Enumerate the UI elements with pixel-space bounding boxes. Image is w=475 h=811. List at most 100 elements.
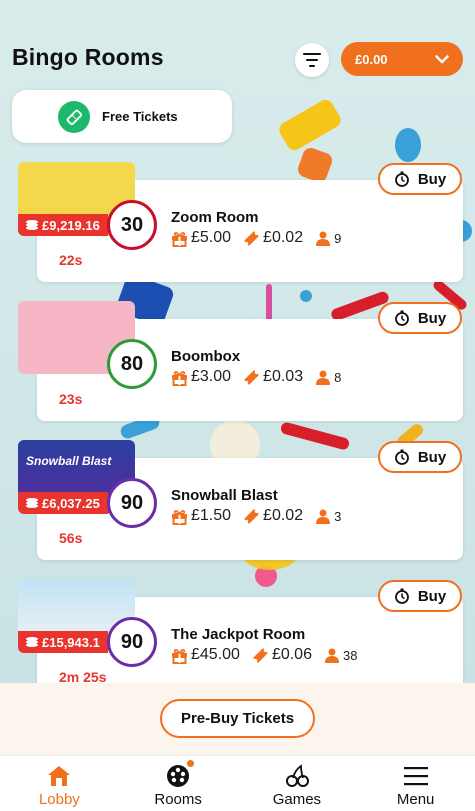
buy-label: Buy: [417, 309, 447, 327]
ticket-price: £1.50: [191, 507, 232, 524]
buy-button[interactable]: Buy: [378, 163, 462, 195]
room-card[interactable]: Snowball Blast £6,037.25 90 56s Snowball…: [0, 440, 475, 560]
nav-label-games: Games: [272, 791, 322, 808]
ball-number: 90: [120, 630, 144, 653]
bottom-navigation: Lobby Rooms Games Menu: [0, 755, 475, 811]
buy-button[interactable]: Buy: [378, 441, 462, 473]
players-count: 9: [334, 230, 342, 246]
countdown-timer: 56s: [59, 530, 83, 546]
buy-button[interactable]: Buy: [378, 580, 462, 612]
coins-icon: [26, 637, 38, 647]
jackpot-badge: £9,219.16: [18, 214, 108, 236]
menu-icon: [403, 767, 428, 786]
ball-number: 90: [120, 491, 144, 514]
ticket-price: £5.00: [191, 229, 232, 246]
buy-label: Buy: [417, 587, 447, 605]
room-card[interactable]: £9,219.16 30 22s Zoom Room £5.00 £0.02 9…: [0, 162, 475, 282]
gift-icon: [172, 509, 187, 525]
bingo-ball-badge: 90: [107, 617, 157, 667]
players-stat: 3: [315, 508, 341, 524]
room-card[interactable]: 80 23s Boombox £3.00 £0.03 8 Buy: [0, 301, 475, 421]
players-stat: 9: [315, 230, 341, 246]
ticket-icon: [244, 230, 259, 246]
chevron-down-icon: [435, 54, 449, 63]
cherries-icon: [285, 764, 309, 787]
coins-icon: [26, 220, 38, 230]
page-title: Bingo Rooms: [12, 44, 164, 70]
nav-item-rooms[interactable]: Rooms: [119, 756, 238, 811]
ticket-icon: [244, 369, 259, 385]
ticket-price: £3.00: [191, 368, 232, 385]
stopwatch-icon: [394, 449, 409, 465]
coins-icon: [26, 498, 38, 508]
room-name: Snowball Blast: [171, 487, 278, 504]
gift-icon: [172, 370, 187, 386]
players-count: 38: [342, 647, 358, 663]
room-name: Zoom Room: [171, 209, 259, 226]
bingo-ball-badge: 90: [107, 478, 157, 528]
countdown-timer: 23s: [59, 391, 83, 407]
players-stat: 8: [315, 369, 341, 385]
ticket-cost-stat: £0.03: [243, 368, 303, 386]
person-icon: [324, 648, 339, 663]
ticket-cost: £0.02: [263, 229, 304, 246]
ticket-cost: £0.06: [271, 646, 312, 663]
filter-icon: [303, 53, 321, 67]
players-count: 8: [334, 369, 342, 385]
room-stats: £45.00 £0.06 38: [171, 646, 369, 664]
ball-number: 80: [120, 352, 144, 375]
person-icon: [316, 370, 331, 385]
nav-item-lobby[interactable]: Lobby: [0, 756, 119, 811]
notification-dot: [186, 760, 194, 767]
bingo-ball-badge: 30: [107, 200, 157, 250]
players-stat: 38: [324, 647, 357, 663]
balance-amount: £0.00: [355, 51, 388, 67]
nav-item-games[interactable]: Games: [238, 756, 357, 811]
pre-buy-tickets-button[interactable]: Pre-Buy Tickets: [160, 699, 315, 738]
balance-dropdown[interactable]: £0.00: [341, 42, 463, 76]
ticket-price-stat: £45.00: [171, 646, 240, 664]
nav-label-rooms: Rooms: [154, 791, 202, 808]
thumb-text: Snowball Blast: [26, 454, 112, 468]
ticket-cost-stat: £0.02: [243, 507, 303, 525]
room-stats: £3.00 £0.03 8: [171, 368, 353, 386]
stopwatch-icon: [394, 171, 409, 187]
ticket-cost: £0.03: [263, 368, 304, 385]
ticket-price-stat: £3.00: [171, 368, 231, 386]
prebuy-bar: Pre-Buy Tickets: [0, 683, 475, 755]
person-icon: [316, 509, 331, 524]
ticket-icon: [58, 100, 90, 133]
nav-label-menu: Menu: [396, 791, 435, 808]
countdown-timer: 22s: [59, 252, 83, 268]
buy-label: Buy: [417, 448, 447, 466]
buy-button[interactable]: Buy: [378, 302, 462, 334]
free-tickets-label: Free Tickets: [102, 109, 178, 124]
home-icon: [48, 766, 71, 786]
buy-label: Buy: [417, 170, 447, 188]
ball-number: 30: [120, 213, 144, 236]
jackpot-badge: £15,943.1: [18, 631, 108, 653]
nav-label-lobby: Lobby: [38, 791, 80, 808]
jackpot-amount: £9,219.16: [42, 217, 100, 233]
gift-icon: [172, 231, 187, 247]
bingo-ball-badge: 80: [107, 339, 157, 389]
ticket-price-stat: £1.50: [171, 507, 231, 525]
jackpot-amount: £15,943.1: [42, 634, 100, 650]
ticket-cost-stat: £0.06: [252, 646, 312, 664]
nav-item-menu[interactable]: Menu: [356, 756, 475, 811]
person-icon: [316, 231, 331, 246]
stopwatch-icon: [394, 588, 409, 604]
ticket-icon: [253, 647, 268, 663]
room-name: Boombox: [171, 348, 241, 365]
bingo-ball-icon: [167, 765, 190, 787]
filter-button[interactable]: [295, 43, 329, 77]
ticket-cost: £0.02: [263, 507, 304, 524]
jackpot-amount: £6,037.25: [42, 495, 100, 511]
ticket-cost-stat: £0.02: [243, 229, 303, 247]
room-stats: £5.00 £0.02 9: [171, 229, 353, 247]
room-card[interactable]: £15,943.1 90 2m 25s The Jackpot Room £45…: [0, 579, 475, 699]
free-tickets-button[interactable]: Free Tickets: [12, 90, 232, 143]
ticket-price: £45.00: [191, 646, 240, 663]
room-name: The Jackpot Room: [171, 626, 306, 643]
stopwatch-icon: [394, 310, 409, 326]
